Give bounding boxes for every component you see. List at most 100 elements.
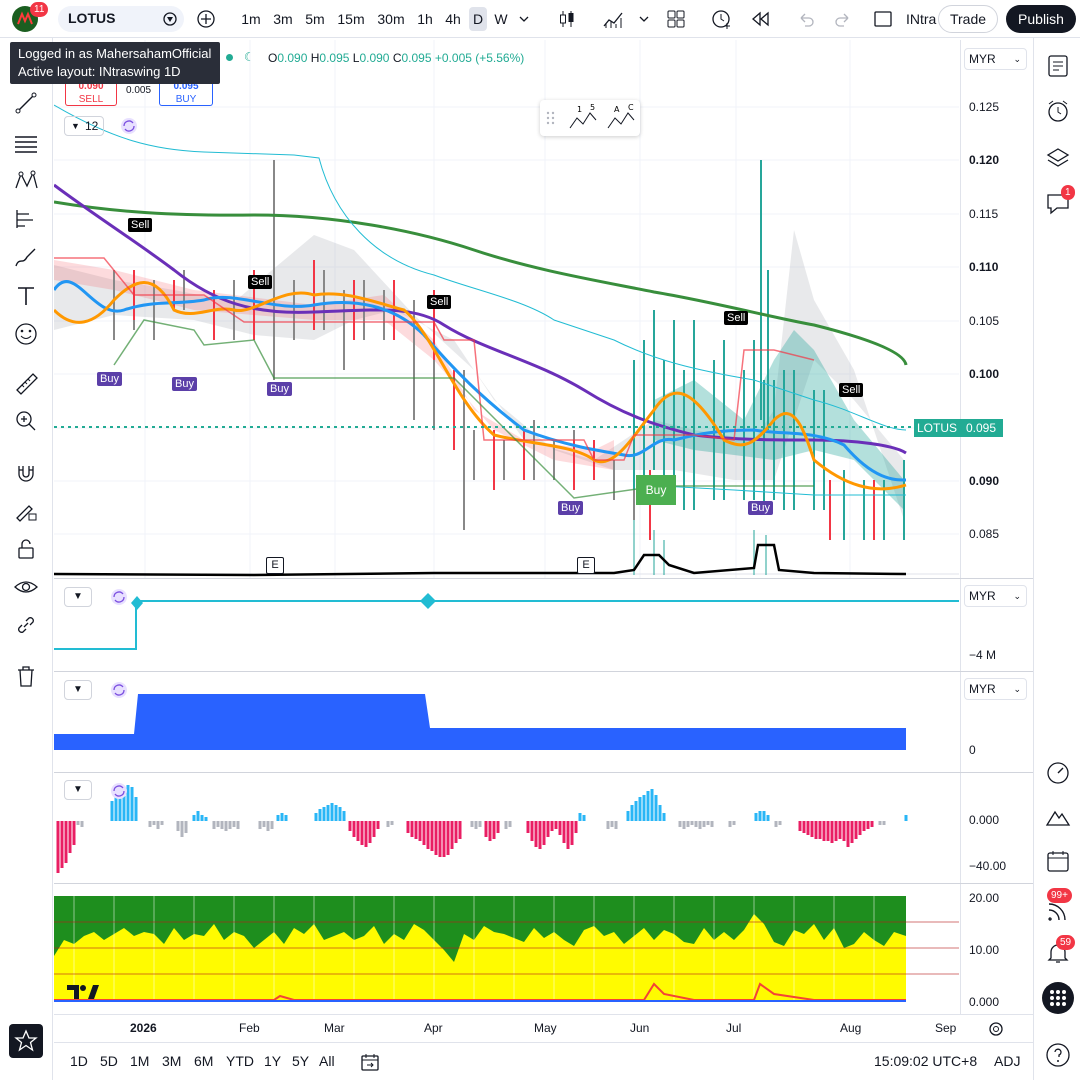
range-3m[interactable]: 3M	[162, 1053, 181, 1069]
trend-line-icon[interactable]	[13, 90, 39, 116]
symbol-search[interactable]: LOTUS	[58, 6, 184, 32]
elliott-wave-numbers-icon[interactable]: 15	[568, 104, 598, 132]
apps-button[interactable]	[1042, 982, 1074, 1014]
interval-1m[interactable]: 1m	[238, 7, 264, 31]
layers-icon[interactable]	[1045, 145, 1071, 171]
buy-order-button[interactable]: 0.095 BUY	[159, 84, 213, 106]
price-label: 0.085	[969, 527, 1000, 541]
redo-icon[interactable]	[834, 10, 852, 28]
time-axis[interactable]: 2026 Feb Mar Apr May Jun Jul Aug Sep	[54, 1014, 1033, 1042]
currency-select[interactable]: MYR ⌄	[964, 585, 1027, 607]
favorites-button[interactable]	[9, 1024, 43, 1058]
histogram-pane[interactable]	[54, 773, 959, 883]
emoji-icon[interactable]	[13, 321, 39, 347]
pane-collapse-button[interactable]: ▼	[64, 587, 92, 607]
interval-5m[interactable]: 5m	[302, 7, 328, 31]
interval-30m[interactable]: 30m	[374, 7, 408, 31]
speedometer-icon[interactable]	[1045, 760, 1071, 786]
drag-handle-icon[interactable]	[546, 110, 556, 126]
price-axis[interactable]: MYR ⌄ 0.125 0.120 0.115 0.110 0.105 0.10…	[960, 40, 1033, 578]
forecast-icon[interactable]	[13, 206, 39, 232]
ruler-icon[interactable]	[13, 370, 39, 396]
link-icon[interactable]	[13, 612, 39, 638]
adj-toggle[interactable]: ADJ	[994, 1053, 1020, 1069]
watchlist-icon[interactable]	[1045, 53, 1071, 79]
interval-15m[interactable]: 15m	[335, 7, 367, 31]
tradingview-logo[interactable]	[66, 983, 100, 1001]
range-6m[interactable]: 6M	[194, 1053, 213, 1069]
stacked-bars-pane[interactable]	[54, 884, 959, 1014]
candles-icon[interactable]	[556, 8, 578, 30]
settings-gear-icon[interactable]	[987, 1020, 1005, 1038]
drawing-floating-toolbar[interactable]: 15 AC	[540, 100, 640, 136]
price-label: 0.090	[969, 474, 1000, 488]
indicators-collapse-button[interactable]: ▼ 12	[64, 116, 104, 136]
sync-icon[interactable]	[110, 782, 128, 800]
watchlist-flag-icon[interactable]	[162, 11, 178, 27]
pane-collapse-button[interactable]: ▼	[64, 680, 92, 700]
earnings-marker[interactable]: E	[577, 557, 595, 574]
eye-icon[interactable]	[13, 574, 39, 600]
alarm-clock-icon[interactable]	[1045, 98, 1071, 124]
interval-d[interactable]: D	[469, 7, 487, 31]
sell-order-button[interactable]: 0.090 SELL	[65, 84, 117, 106]
compare-add-icon[interactable]	[196, 9, 216, 29]
chevron-down-icon[interactable]	[518, 14, 530, 24]
buy-label: BUY	[175, 94, 197, 105]
currency-select[interactable]: MYR ⌄	[964, 678, 1027, 700]
magnet-icon[interactable]	[13, 460, 39, 486]
zoom-in-icon[interactable]	[13, 408, 39, 434]
pane-collapse-button[interactable]: ▼	[64, 780, 92, 800]
layout-name[interactable]: INtra	[906, 7, 938, 31]
chevron-down-icon[interactable]	[638, 14, 650, 24]
draw-lock-icon[interactable]	[13, 498, 39, 524]
brush-icon[interactable]	[13, 245, 39, 271]
text-icon[interactable]	[13, 283, 39, 309]
interval-w[interactable]: W	[492, 7, 510, 31]
range-1m[interactable]: 1M	[130, 1053, 149, 1069]
trade-button[interactable]: Trade	[938, 5, 998, 33]
undo-icon[interactable]	[797, 10, 815, 28]
sync-icon[interactable]	[110, 588, 128, 606]
range-1d[interactable]: 1D	[70, 1053, 88, 1069]
sync-icon[interactable]	[120, 117, 138, 135]
range-5d[interactable]: 5D	[100, 1053, 118, 1069]
pane-3-axis: MYR ⌄ 0	[960, 672, 1033, 772]
elliott-wave-letters-icon[interactable]: AC	[606, 104, 636, 132]
price-chart[interactable]	[54, 40, 959, 578]
sync-icon[interactable]	[110, 681, 128, 699]
layout-grid-icon[interactable]	[666, 9, 686, 29]
sell-signal: Sell	[128, 218, 153, 232]
price-label: 0.100	[969, 367, 1000, 381]
fib-lines-icon[interactable]	[13, 130, 39, 156]
calendar-icon[interactable]	[1045, 848, 1071, 874]
svg-text:A: A	[614, 105, 620, 114]
pattern-icon[interactable]	[13, 168, 39, 194]
interval-4h[interactable]: 4h	[442, 7, 464, 31]
indicator-pane-3[interactable]	[54, 672, 959, 772]
fullscreen-icon[interactable]	[873, 9, 893, 29]
replay-icon[interactable]	[750, 9, 770, 29]
range-all[interactable]: All	[319, 1053, 335, 1069]
range-5y[interactable]: 5Y	[292, 1053, 309, 1069]
clock-time[interactable]: 15:09:02 UTC+8	[874, 1053, 977, 1069]
time-label: Apr	[424, 1021, 443, 1035]
indicators-icon[interactable]	[602, 8, 626, 30]
lock-icon[interactable]	[13, 536, 39, 562]
currency-select[interactable]: MYR ⌄	[964, 48, 1027, 70]
legend-moon-icon: ☾	[244, 50, 255, 64]
interval-3m[interactable]: 3m	[270, 7, 296, 31]
publish-button[interactable]: Publish	[1006, 5, 1076, 33]
indicator-pane-2[interactable]	[54, 579, 959, 671]
interval-1h[interactable]: 1h	[414, 7, 436, 31]
range-1y[interactable]: 1Y	[264, 1053, 281, 1069]
help-icon[interactable]	[1045, 1042, 1071, 1068]
alert-clock-icon[interactable]	[710, 7, 734, 31]
earnings-marker[interactable]: E	[266, 557, 284, 574]
mountain-icon[interactable]	[1045, 804, 1071, 830]
trash-icon[interactable]	[13, 663, 39, 689]
chevron-down-icon: ⌄	[1013, 591, 1021, 601]
range-ytd[interactable]: YTD	[226, 1053, 254, 1069]
date-range-icon[interactable]	[360, 1052, 380, 1072]
sell-price: 0.090	[78, 84, 104, 92]
